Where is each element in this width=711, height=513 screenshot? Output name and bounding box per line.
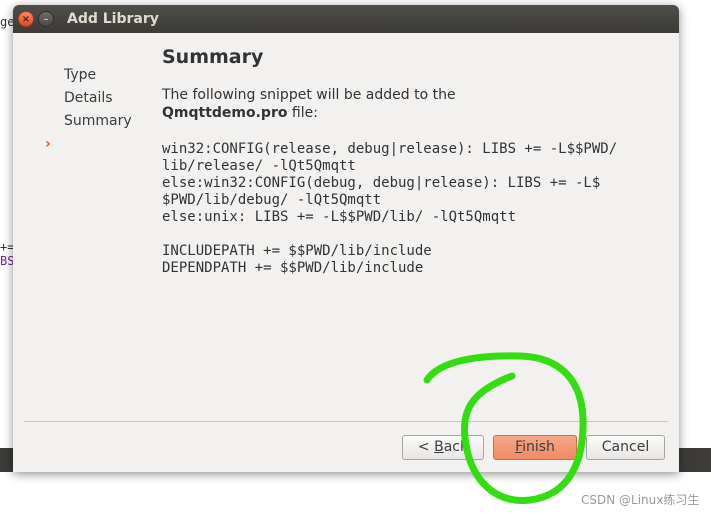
back-label: ack <box>443 439 469 455</box>
back-mnemonic: B <box>434 439 444 455</box>
step-type: Type <box>64 67 97 83</box>
title-bar[interactable]: × – Add Library <box>13 5 679 33</box>
page-title: Summary <box>162 46 264 68</box>
wizard-steps: Type Details › Summary <box>13 33 153 413</box>
watermark: CSDN @Linux练习生 <box>581 493 700 507</box>
intro-text: The following snippet will be added to t… <box>162 86 456 122</box>
current-step-chevron-icon: › <box>45 136 51 152</box>
intro-suffix: file: <box>287 105 318 121</box>
finish-label: inish <box>522 439 555 455</box>
cancel-button[interactable]: Cancel <box>586 435 665 460</box>
finish-button[interactable]: Finish <box>493 435 577 460</box>
button-separator <box>24 421 668 422</box>
intro-line: The following snippet will be added to t… <box>162 87 456 103</box>
minimize-icon[interactable]: – <box>38 11 54 27</box>
project-file-name: Qmqttdemo.pro <box>162 105 288 121</box>
close-icon[interactable]: × <box>18 11 34 27</box>
add-library-dialog: × – Add Library Type Details › Summary S… <box>13 5 679 472</box>
step-summary: Summary <box>64 113 132 129</box>
step-details: Details <box>64 90 113 106</box>
back-prefix: < <box>417 439 435 455</box>
back-button[interactable]: < Back <box>402 435 484 460</box>
dialog-title: Add Library <box>67 11 159 27</box>
code-snippet: win32:CONFIG(release, debug|release): LI… <box>162 141 618 276</box>
